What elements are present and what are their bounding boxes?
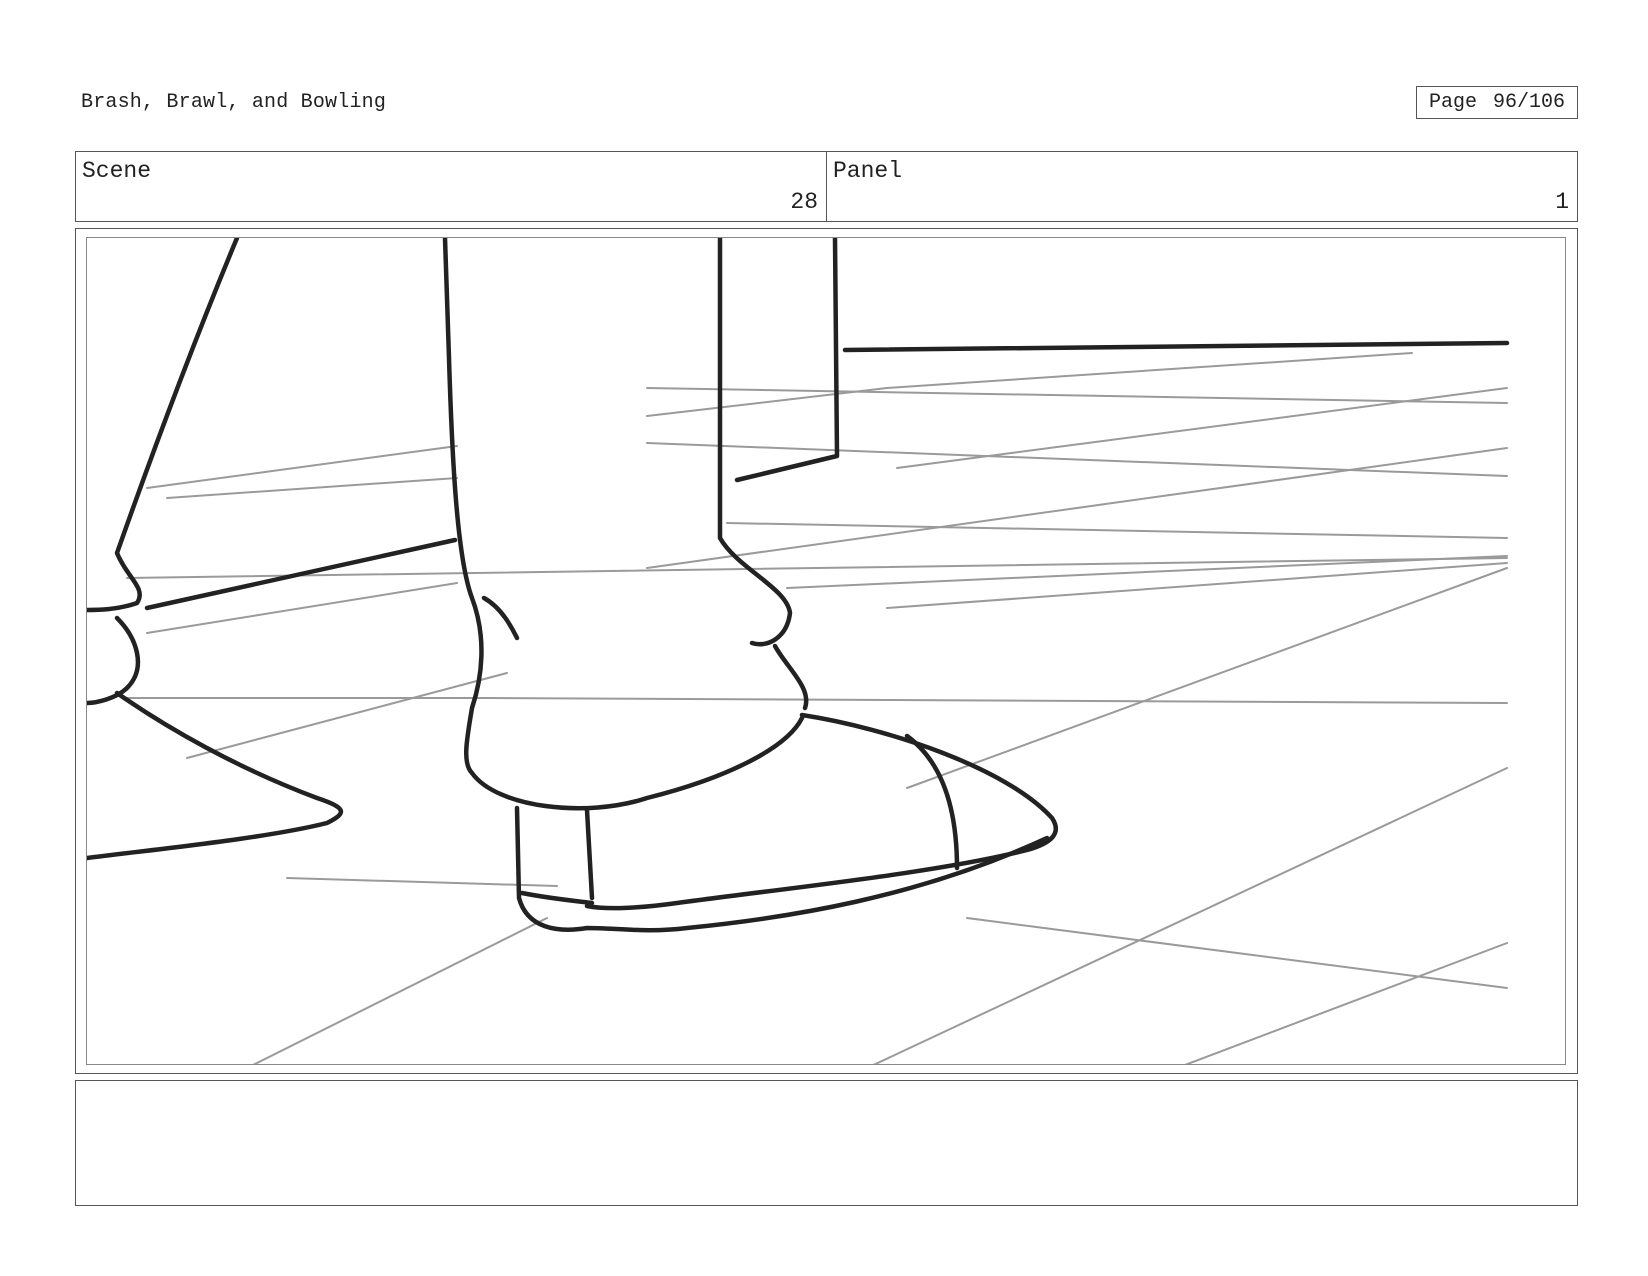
scene-panel-header: Scene 28 Panel 1	[75, 151, 1578, 222]
panel-drawing-area	[86, 237, 1566, 1065]
page-number: 96/106	[1493, 91, 1566, 114]
panel-notes-box[interactable]	[75, 1080, 1578, 1206]
storyboard-sketch	[87, 238, 1510, 1064]
panel-label: Panel	[833, 158, 903, 184]
document-title: Brash, Brawl, and Bowling	[81, 91, 387, 114]
page-label: Page	[1428, 91, 1477, 114]
character-sketch	[87, 238, 1510, 933]
panel-number: 1	[1555, 189, 1569, 215]
panel-cell: Panel 1	[827, 152, 1577, 221]
panel-frame	[75, 228, 1578, 1074]
scene-cell: Scene 28	[76, 152, 827, 221]
scene-label: Scene	[82, 158, 152, 184]
page-indicator: Page 96/106	[1416, 86, 1578, 119]
scene-number: 28	[790, 189, 818, 215]
